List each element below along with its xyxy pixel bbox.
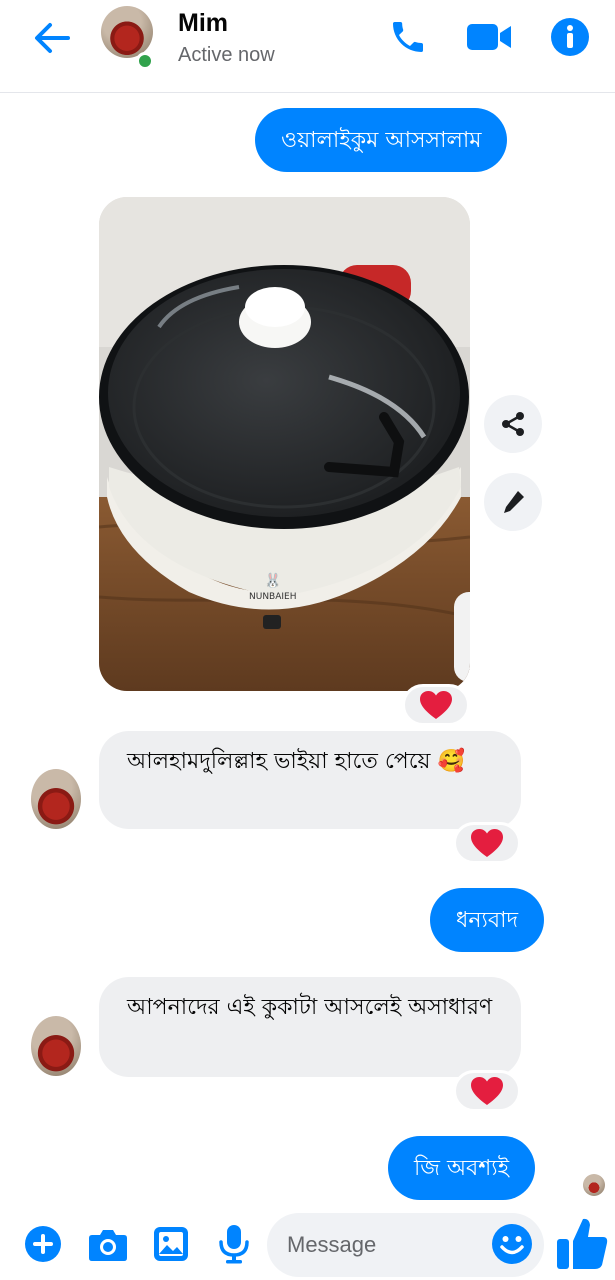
audio-call-button[interactable] (385, 14, 431, 60)
camera-button[interactable] (86, 1222, 130, 1266)
heart-icon (471, 1077, 503, 1105)
edit-pencil-icon (504, 491, 524, 513)
heart-icon (471, 829, 503, 857)
thumbs-up-icon (557, 1218, 608, 1269)
share-button[interactable] (484, 395, 542, 453)
emoji-button[interactable] (489, 1221, 535, 1267)
heart-reaction[interactable] (453, 822, 521, 864)
seen-avatar (583, 1174, 605, 1196)
image-icon (154, 1227, 188, 1261)
sender-avatar[interactable] (31, 1016, 81, 1076)
cooker-photo: 🐰 NUNBAIEH (99, 197, 470, 691)
more-actions-button[interactable] (21, 1222, 65, 1266)
contact-avatar-button[interactable] (101, 6, 155, 70)
like-button[interactable] (553, 1212, 611, 1274)
microphone-icon (219, 1225, 249, 1264)
cooker-brand-text: NUNBAIEH (249, 592, 297, 602)
back-arrow-icon (35, 23, 70, 53)
phone-icon (393, 22, 423, 52)
conversation-header: Mim Active now (0, 0, 615, 92)
heart-reaction[interactable] (402, 684, 470, 726)
outgoing-message[interactable]: ওয়ালাইকুম আসসালাম (255, 108, 508, 172)
camera-icon (89, 1230, 127, 1261)
header-divider (0, 92, 615, 93)
gallery-button[interactable] (149, 1222, 193, 1266)
heart-reaction[interactable] (453, 1070, 521, 1112)
info-icon (551, 18, 589, 56)
contact-name[interactable]: Mim (178, 9, 228, 38)
share-icon (502, 412, 524, 436)
outgoing-message[interactable]: জি অবশ্যই (388, 1136, 536, 1200)
svg-text:🐰: 🐰 (264, 572, 281, 589)
edit-button[interactable] (484, 473, 542, 531)
heart-icon (420, 691, 452, 719)
incoming-message[interactable]: আলহামদুলিল্লাহ ভাইয়া হাতে পেয়ে 🥰 (99, 731, 521, 829)
conversation-info-button[interactable] (547, 14, 593, 60)
video-camera-icon (467, 24, 511, 50)
photo-message[interactable]: 🐰 NUNBAIEH (99, 197, 470, 691)
avatar (101, 6, 153, 58)
video-call-button[interactable] (466, 14, 512, 60)
back-button[interactable] (30, 18, 74, 58)
incoming-message[interactable]: আপনাদের এই কুকাটা আসলেই অসাধারণ (99, 977, 521, 1077)
plus-icon (25, 1226, 61, 1262)
contact-status: Active now (178, 44, 275, 66)
outgoing-message[interactable]: ধন্যবাদ (430, 888, 545, 952)
sender-avatar[interactable] (31, 769, 81, 829)
voice-message-button[interactable] (212, 1222, 256, 1266)
emoji-icon (492, 1224, 532, 1264)
active-status-dot (136, 52, 154, 70)
